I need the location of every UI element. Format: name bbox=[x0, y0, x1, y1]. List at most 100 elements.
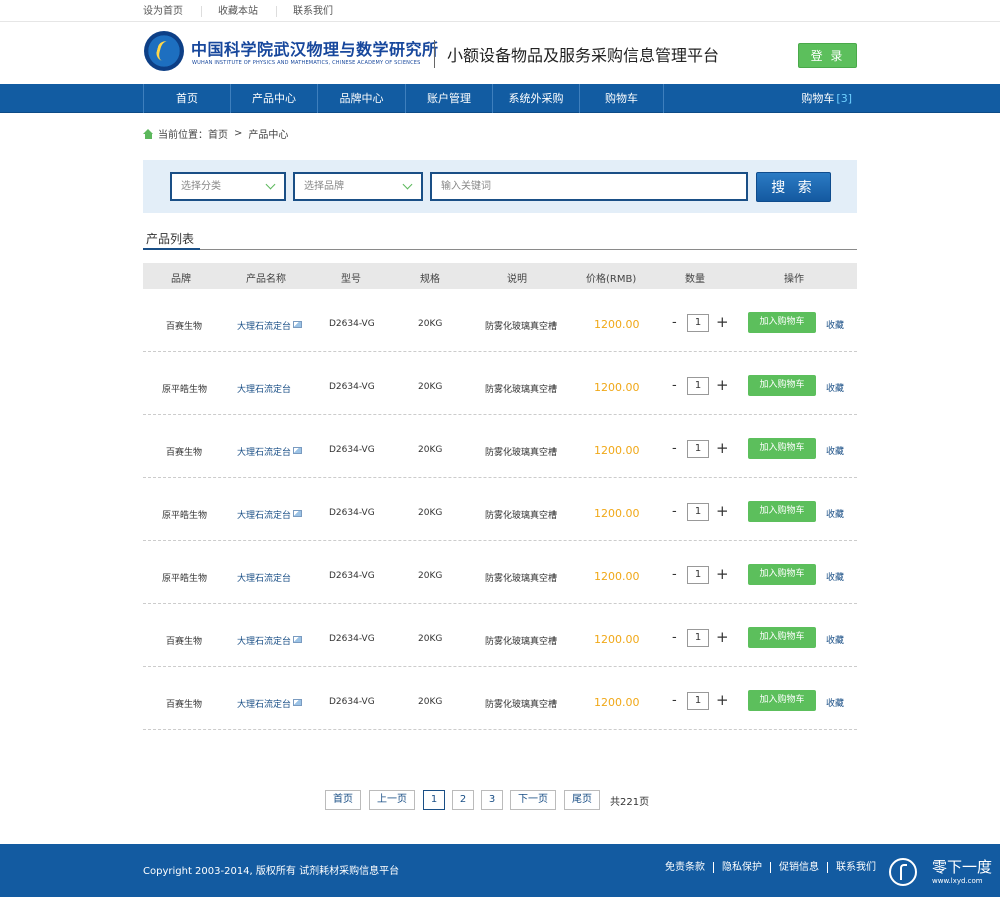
nav-item-brands[interactable]: 品牌中心 bbox=[317, 84, 405, 113]
footer-link-promotions[interactable]: 促销信息 bbox=[770, 862, 827, 873]
favorite-link[interactable]: 收藏 bbox=[826, 381, 844, 394]
qty-increase-button[interactable]: + bbox=[716, 628, 729, 646]
quantity-input[interactable]: 1 bbox=[687, 377, 709, 395]
page-3[interactable]: 3 bbox=[481, 790, 503, 810]
bookmark-link[interactable]: 收藏本站 bbox=[218, 5, 277, 17]
search-button[interactable]: 搜 索 bbox=[756, 172, 831, 202]
col-name: 产品名称 bbox=[246, 274, 286, 285]
add-to-cart-button[interactable]: 加入购物车 bbox=[748, 375, 816, 396]
favorite-link[interactable]: 收藏 bbox=[826, 318, 844, 331]
add-to-cart-button[interactable]: 加入购物车 bbox=[748, 564, 816, 585]
footer-links: 免责条款 隐私保护 促销信息 联系我们 bbox=[665, 862, 884, 873]
cell-model: D2634-VG bbox=[329, 571, 375, 581]
cell-model: D2634-VG bbox=[329, 634, 375, 644]
quantity-input[interactable]: 1 bbox=[687, 566, 709, 584]
qty-increase-button[interactable]: + bbox=[716, 313, 729, 331]
set-homepage-link[interactable]: 设为首页 bbox=[143, 5, 202, 17]
page-last[interactable]: 尾页 bbox=[564, 790, 600, 810]
login-button[interactable]: 登 录 bbox=[798, 43, 857, 68]
qty-decrease-button[interactable]: - bbox=[672, 693, 677, 708]
cell-price: 1200.00 bbox=[594, 633, 640, 646]
add-to-cart-button[interactable]: 加入购物车 bbox=[748, 501, 816, 522]
qty-increase-button[interactable]: + bbox=[716, 502, 729, 520]
page-next[interactable]: 下一页 bbox=[510, 790, 556, 810]
cell-desc: 防雾化玻璃真空槽 bbox=[485, 385, 558, 395]
qty-increase-button[interactable]: + bbox=[716, 376, 729, 394]
page-total: 共221页 bbox=[610, 796, 650, 808]
quantity-input[interactable]: 1 bbox=[687, 503, 709, 521]
product-name-link[interactable]: 大理石流定台 bbox=[237, 634, 291, 647]
nav-item-cart[interactable]: 购物车 bbox=[579, 84, 664, 113]
table-row: 原平皓生物 大理石流定台 D2634-VG 20KG 防雾化玻璃真空槽 1200.00 -1… bbox=[143, 478, 857, 541]
table-row: 百赛生物 大理石流定台 D2634-VG 20KG 防雾化玻璃真空槽 1200.00 -1 +… bbox=[143, 415, 857, 478]
qty-decrease-button[interactable]: - bbox=[672, 567, 677, 582]
qty-increase-button[interactable]: + bbox=[716, 565, 729, 583]
cell-desc: 防雾化玻璃真空槽 bbox=[485, 448, 558, 458]
favorite-link[interactable]: 收藏 bbox=[826, 633, 844, 646]
page-2[interactable]: 2 bbox=[452, 790, 474, 810]
page-prev[interactable]: 上一页 bbox=[369, 790, 415, 810]
page-first[interactable]: 首页 bbox=[325, 790, 361, 810]
quantity-input[interactable]: 1 bbox=[687, 629, 709, 647]
quantity-input[interactable]: 1 bbox=[687, 440, 709, 458]
cart-summary[interactable]: 购物车 [3] bbox=[801, 84, 852, 113]
qty-decrease-button[interactable]: - bbox=[672, 504, 677, 519]
footer-link-disclaimer[interactable]: 免责条款 bbox=[665, 862, 713, 873]
nav-item-home[interactable]: 首页 bbox=[143, 84, 230, 113]
contact-link[interactable]: 联系我们 bbox=[293, 6, 351, 17]
table-header: 品牌 产品名称 型号 规格 说明 价格(RMB) 数量 操作 bbox=[143, 263, 857, 289]
product-name-link[interactable]: 大理石流定台 bbox=[237, 697, 291, 710]
image-icon[interactable] bbox=[293, 699, 302, 706]
col-desc: 说明 bbox=[507, 274, 527, 285]
product-name-link[interactable]: 大理石流定台 bbox=[237, 382, 291, 395]
quantity-input[interactable]: 1 bbox=[687, 314, 709, 332]
qty-decrease-button[interactable]: - bbox=[672, 315, 677, 330]
page-1[interactable]: 1 bbox=[423, 790, 445, 810]
add-to-cart-button[interactable]: 加入购物车 bbox=[748, 690, 816, 711]
product-name-link[interactable]: 大理石流定台 bbox=[237, 319, 291, 332]
cell-desc: 防雾化玻璃真空槽 bbox=[485, 637, 558, 647]
favorite-link[interactable]: 收藏 bbox=[826, 444, 844, 457]
favorite-link[interactable]: 收藏 bbox=[826, 696, 844, 709]
breadcrumb-home[interactable]: 首页 bbox=[208, 126, 228, 141]
nav-item-account[interactable]: 账户管理 bbox=[405, 84, 492, 113]
tab-product-list[interactable]: 产品列表 bbox=[143, 230, 200, 250]
product-name-link[interactable]: 大理石流定台 bbox=[237, 571, 291, 584]
image-icon[interactable] bbox=[293, 321, 302, 328]
add-to-cart-button[interactable]: 加入购物车 bbox=[748, 438, 816, 459]
favorite-link[interactable]: 收藏 bbox=[826, 570, 844, 583]
qty-decrease-button[interactable]: - bbox=[672, 630, 677, 645]
qty-decrease-button[interactable]: - bbox=[672, 378, 677, 393]
cell-brand: 百赛生物 bbox=[166, 637, 203, 647]
footer-link-privacy[interactable]: 隐私保护 bbox=[713, 862, 770, 873]
qty-decrease-button[interactable]: - bbox=[672, 441, 677, 456]
product-name-link[interactable]: 大理石流定台 bbox=[237, 508, 291, 521]
institute-emblem-icon bbox=[144, 31, 184, 71]
pagination: 首页 上一页 1 2 3 下一页 尾页 共221页 bbox=[325, 790, 649, 810]
cell-price: 1200.00 bbox=[594, 444, 640, 457]
footer-link-contact[interactable]: 联系我们 bbox=[827, 862, 884, 873]
image-icon[interactable] bbox=[293, 636, 302, 643]
add-to-cart-button[interactable]: 加入购物车 bbox=[748, 627, 816, 648]
watermark-text: 零下一度 bbox=[932, 858, 993, 876]
keyword-input[interactable]: 输入关键词 bbox=[430, 172, 748, 201]
brand-select[interactable]: 选择品牌 bbox=[293, 172, 423, 201]
favorite-link[interactable]: 收藏 bbox=[826, 507, 844, 520]
cell-brand: 百赛生物 bbox=[166, 448, 203, 458]
nav-item-external-purchase[interactable]: 系统外采购 bbox=[492, 84, 579, 113]
add-to-cart-button[interactable]: 加入购物车 bbox=[748, 312, 816, 333]
product-name-link[interactable]: 大理石流定台 bbox=[237, 445, 291, 458]
col-model: 型号 bbox=[341, 274, 361, 285]
qty-increase-button[interactable]: + bbox=[716, 439, 729, 457]
table-row: 原平皓生物 大理石流定台 D2634-VG 20KG 防雾化玻璃真空槽 1200.00 -1… bbox=[143, 541, 857, 604]
image-icon[interactable] bbox=[293, 510, 302, 517]
qty-increase-button[interactable]: + bbox=[716, 691, 729, 709]
nav-item-products[interactable]: 产品中心 bbox=[230, 84, 317, 113]
top-utility-bar: 设为首页 收藏本站 联系我们 bbox=[0, 0, 1000, 22]
image-icon[interactable] bbox=[293, 447, 302, 454]
cell-spec: 20KG bbox=[418, 634, 443, 644]
category-select[interactable]: 选择分类 bbox=[170, 172, 286, 201]
quantity-input[interactable]: 1 bbox=[687, 692, 709, 710]
cell-spec: 20KG bbox=[418, 508, 443, 518]
cell-price: 1200.00 bbox=[594, 318, 640, 331]
